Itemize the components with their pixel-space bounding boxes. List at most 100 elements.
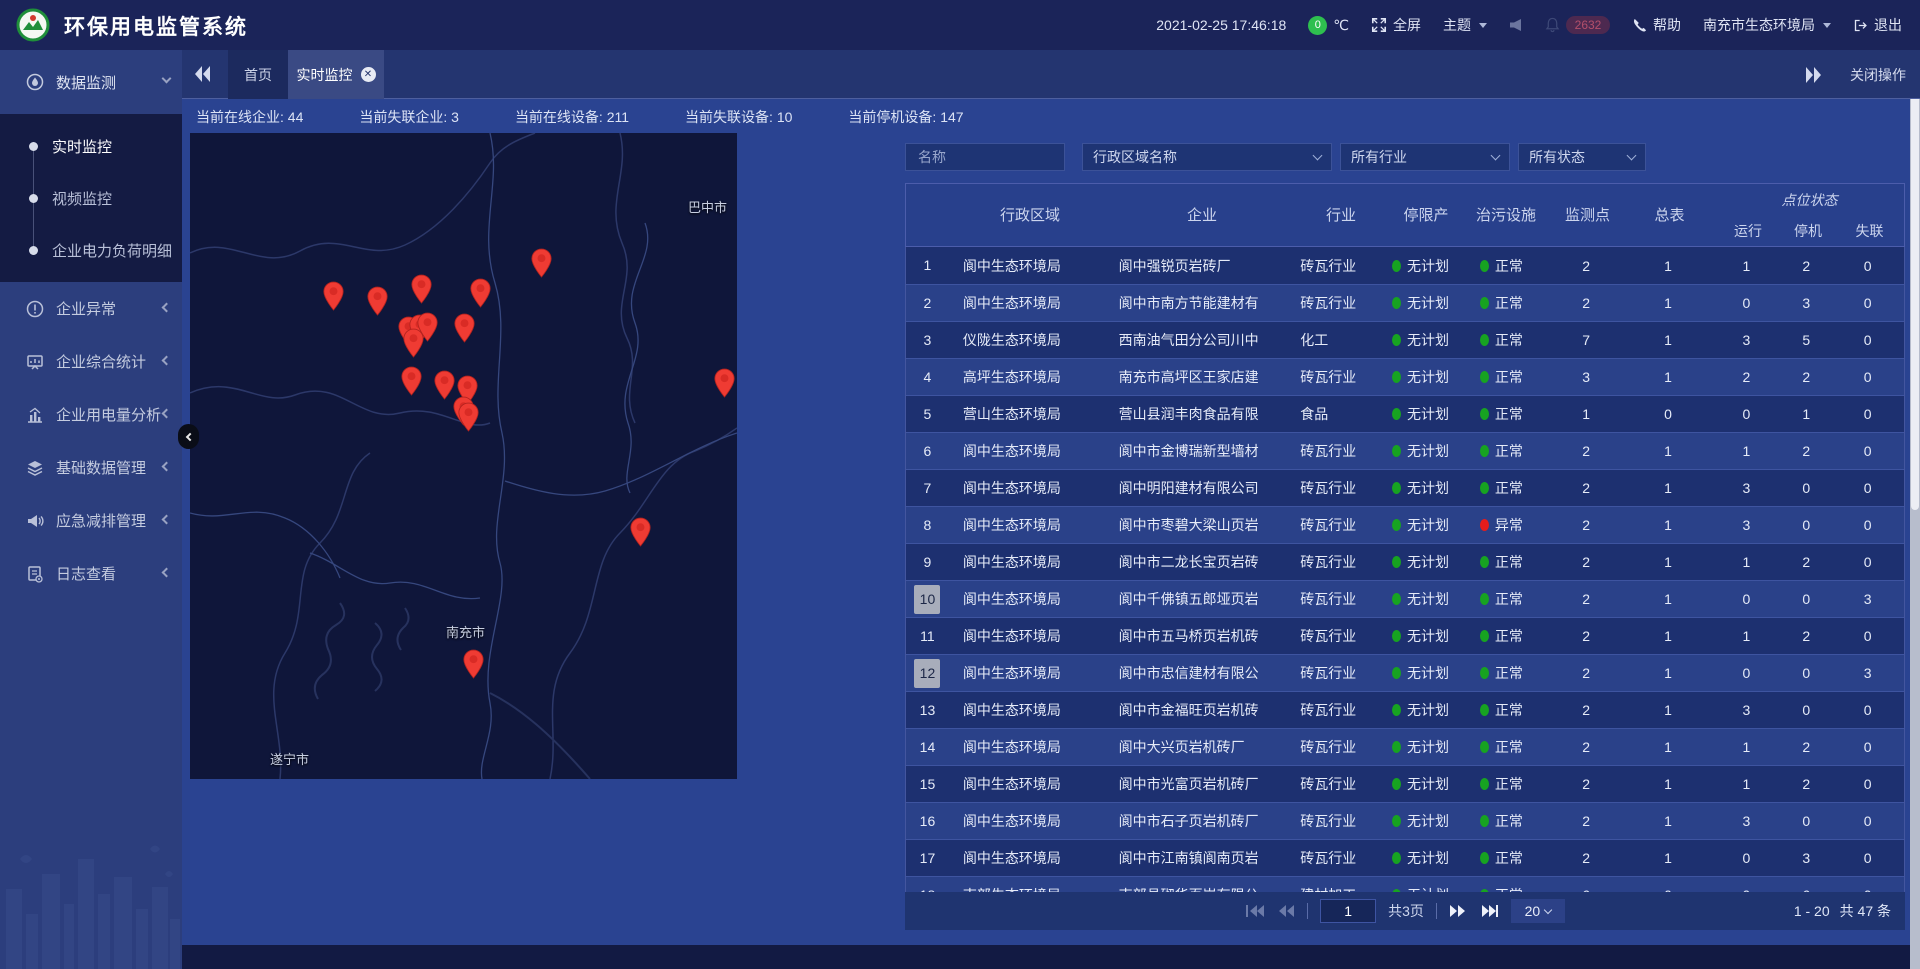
table-body: 1 阆中生态环境局 阆中强锐页岩砖厂 砖瓦行业 无计划 正常 2 1 1 2 0… [905,247,1905,892]
page-number-input[interactable]: 1 [1320,899,1376,923]
map-pin-icon[interactable] [403,328,424,358]
status-dot-icon [1480,667,1489,679]
table-row[interactable]: 14 阆中生态环境局 阆中大兴页岩机砖厂 砖瓦行业 无计划 正常 2 1 1 2… [906,728,1904,765]
map-pin-icon[interactable] [411,274,432,304]
table-row[interactable]: 8 阆中生态环境局 阆中市枣碧大梁山页岩 砖瓦行业 无计划 异常 2 1 3 0… [906,506,1904,543]
sidebar-item-data-monitoring[interactable]: 数据监测 [0,50,182,114]
map-pin-icon[interactable] [458,402,479,432]
cell-company: 营山县润丰肉食品有限 [1111,396,1293,432]
sidebar-item-power-analysis[interactable]: 企业用电量分析 [0,388,182,441]
sidebar-item-power-load-detail[interactable]: 企业电力负荷明细 [0,224,182,276]
map-pin-icon[interactable] [463,649,484,679]
tabs-scroll-right-icon[interactable] [1804,63,1824,87]
status-filter-select[interactable]: 所有状态 [1518,143,1646,171]
search-input[interactable] [916,148,1054,166]
cell-industry: 食品 [1292,396,1388,432]
table-row[interactable]: 1 阆中生态环境局 阆中强锐页岩砖厂 砖瓦行业 无计划 正常 2 1 1 2 0 [906,247,1904,284]
col-group-point-status: 点位状态 [1713,191,1906,209]
map-collapse-button[interactable] [178,424,199,449]
page-size-select[interactable]: 20 [1511,899,1565,923]
table-row[interactable]: 2 阆中生态环境局 阆中市南方节能建材有 砖瓦行业 无计划 正常 2 1 0 3… [906,284,1904,321]
map-pin-icon[interactable] [714,368,735,398]
cell-total-meters: 1 [1625,581,1712,617]
cell-facility-status: 正常 [1462,766,1548,802]
last-page-icon[interactable] [1479,903,1499,919]
close-operations-menu[interactable]: 关闭操作 [1850,65,1906,85]
map-pin-icon[interactable] [367,286,388,316]
cell-region: 阆中生态环境局 [949,655,1111,691]
cell-stopped: 2 [1781,618,1831,654]
cell-total-meters: 1 [1625,322,1712,358]
cell-row-number: 12 [906,655,949,691]
chevron-left-icon [162,302,172,312]
fullscreen-button[interactable]: 全屏 [1371,15,1421,35]
cell-offline: 0 [1831,470,1904,506]
col-header-facility: 治污设施 [1463,184,1549,248]
status-dot-icon [1480,408,1489,420]
cell-monitor-points: 1 [1548,396,1625,432]
help-button[interactable]: 帮助 [1632,15,1681,35]
cell-company: 阆中市枣碧大梁山页岩 [1111,507,1293,543]
first-page-icon[interactable] [1245,903,1265,919]
region-filter-select[interactable]: 行政区域名称 [1082,143,1332,171]
org-menu[interactable]: 南充市生态环境局 [1703,15,1831,35]
industry-filter-select[interactable]: 所有行业 [1340,143,1510,171]
sidebar-item-video-monitor[interactable]: 视频监控 [0,172,182,224]
map-pin-icon[interactable] [401,366,422,396]
table-row[interactable]: 3 仪陇生态环境局 西南油气田分公司川中 化工 无计划 正常 7 1 3 5 0 [906,321,1904,358]
notifications-button[interactable]: 2632 [1545,16,1610,34]
map-panel[interactable]: 巴中市南充市遂宁市 [190,133,737,779]
tab-realtime-monitor[interactable]: 实时监控 ✕ [288,50,384,99]
table-row[interactable]: 15 阆中生态环境局 阆中市光富页岩机砖厂 砖瓦行业 无计划 正常 2 1 1 … [906,765,1904,802]
sidebar-item-enterprise-statistics[interactable]: 企业综合统计 [0,335,182,388]
table-row[interactable]: 9 阆中生态环境局 阆中市二龙长宝页岩砖 砖瓦行业 无计划 正常 2 1 1 2… [906,543,1904,580]
status-dot-icon [1392,852,1401,864]
table-row[interactable]: 7 阆中生态环境局 阆中明阳建材有限公司 砖瓦行业 无计划 正常 2 1 3 0… [906,469,1904,506]
table-row[interactable]: 18 南部生态环境局 南部县砌华页岩有限公 建材加工 无计划 正常 6 0 0 … [906,876,1904,892]
map-pin-icon[interactable] [454,313,475,343]
map-pin-icon[interactable] [470,278,491,308]
stat-online-enterprises: 当前在线企业: 44 [196,107,303,127]
cell-offline: 3 [1831,655,1904,691]
cell-total-meters: 1 [1625,544,1712,580]
cell-region: 阆中生态环境局 [949,507,1111,543]
cell-running: 1 [1711,729,1781,765]
tabs-scroll-left-icon[interactable] [192,62,212,86]
logout-button[interactable]: 退出 [1853,15,1902,35]
map-pin-icon[interactable] [323,281,344,311]
sidebar-item-enterprise-abnormal[interactable]: 企业异常 [0,282,182,335]
cell-industry: 砖瓦行业 [1292,766,1388,802]
status-dot-icon [1392,482,1401,494]
table-row[interactable]: 4 高坪生态环境局 南充市高坪区王家店建 砖瓦行业 无计划 正常 3 1 2 2… [906,358,1904,395]
table-row[interactable]: 13 阆中生态环境局 阆中市金福旺页岩机砖 砖瓦行业 无计划 正常 2 1 3 … [906,691,1904,728]
table-row[interactable]: 6 阆中生态环境局 阆中市金博瑞新型墙材 砖瓦行业 无计划 正常 2 1 1 2… [906,432,1904,469]
sidebar-item-realtime-monitor[interactable]: 实时监控 [0,120,182,172]
map-pin-icon[interactable] [434,370,455,400]
mute-speaker-button[interactable] [1509,18,1523,32]
map-pin-icon[interactable] [630,517,651,547]
sidebar-item-base-data[interactable]: 基础数据管理 [0,441,182,494]
table-row[interactable]: 12 阆中生态环境局 阆中市忠信建材有限公 砖瓦行业 无计划 正常 2 1 0 … [906,654,1904,691]
theme-menu[interactable]: 主题 [1443,15,1487,35]
name-filter-input[interactable] [905,143,1065,171]
table-row[interactable]: 16 阆中生态环境局 阆中市石子页岩机砖厂 砖瓦行业 无计划 正常 2 1 3 … [906,802,1904,839]
sidebar-item-log-view[interactable]: 日志查看 [0,547,182,600]
status-dot-icon [1392,408,1401,420]
tab-home[interactable]: 首页 [228,50,288,99]
next-page-icon[interactable] [1449,903,1467,919]
table-row[interactable]: 17 阆中生态环境局 阆中市江南镇阆南页岩 砖瓦行业 无计划 正常 2 1 0 … [906,839,1904,876]
table-row[interactable]: 10 阆中生态环境局 阆中千佛镇五郎垭页岩 砖瓦行业 无计划 正常 2 1 0 … [906,580,1904,617]
map-pin-icon[interactable] [531,248,552,278]
prev-page-icon[interactable] [1277,903,1295,919]
sidebar-item-emergency-reduction[interactable]: 应急减排管理 [0,494,182,547]
cell-monitor-points: 2 [1548,247,1625,284]
cell-offline: 0 [1831,729,1904,765]
cell-total-meters: 1 [1625,692,1712,728]
cell-industry: 砖瓦行业 [1292,840,1388,876]
table-row[interactable]: 11 阆中生态环境局 阆中市五马桥页岩机砖 砖瓦行业 无计划 正常 2 1 1 … [906,617,1904,654]
window-scrollbar[interactable] [1910,50,1920,969]
scrollbar-thumb[interactable] [1911,80,1919,510]
cell-total-meters: 1 [1625,247,1712,284]
tab-close-icon[interactable]: ✕ [361,67,376,82]
table-row[interactable]: 5 营山生态环境局 营山县润丰肉食品有限 食品 无计划 正常 1 0 0 1 0 [906,395,1904,432]
